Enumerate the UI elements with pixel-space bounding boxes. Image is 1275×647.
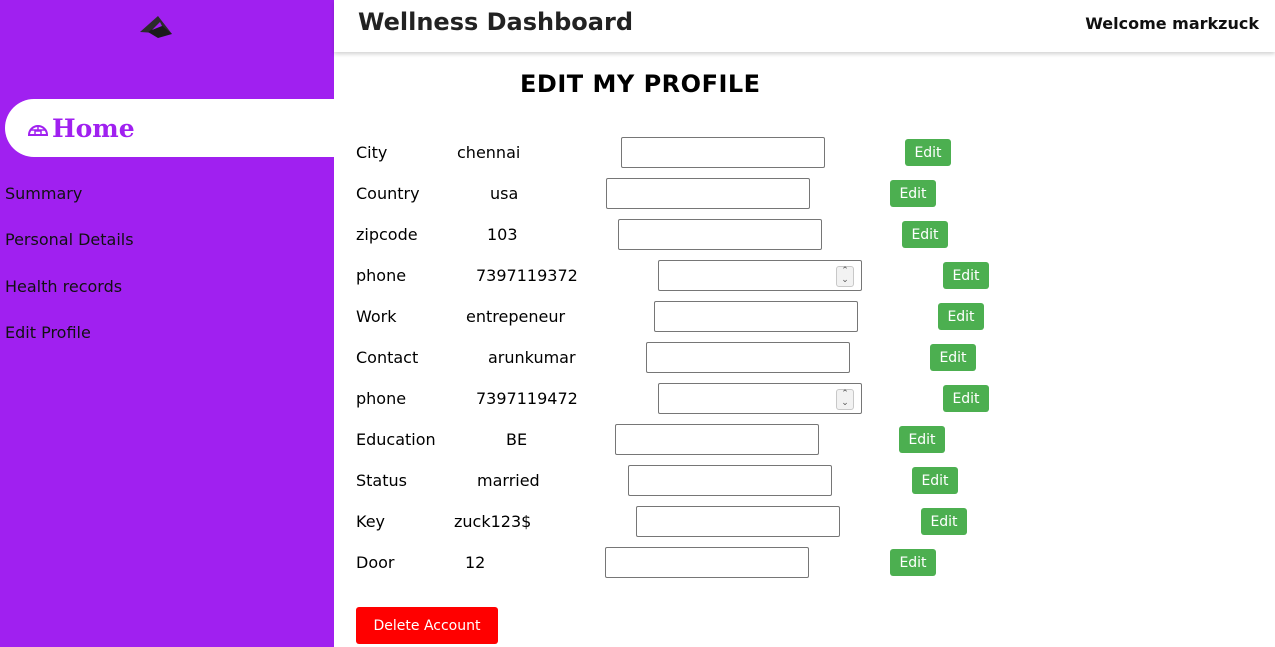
field-label: phone (356, 389, 407, 408)
field-value: 7397119472 (476, 389, 578, 408)
work-input[interactable] (654, 301, 858, 332)
profile-row-education: Education BE Edit (356, 424, 1056, 456)
number-spinner-icon[interactable]: ⌃ ⌄ (836, 266, 854, 287)
sidebar-item-edit-profile[interactable]: Edit Profile (5, 323, 91, 342)
key-input[interactable] (636, 506, 840, 537)
field-label: City (356, 143, 388, 162)
profile-row-zipcode: zipcode 103 Edit (356, 219, 1056, 251)
profile-row-phone-2: phone 7397119472 ⌃ ⌄ Edit (356, 383, 1056, 415)
education-input[interactable] (615, 424, 819, 455)
profile-row-country: Country usa Edit (356, 178, 1056, 210)
igloo-icon (27, 125, 49, 136)
app-title: Wellness Dashboard (358, 8, 634, 36)
phone-input[interactable]: ⌃ ⌄ (658, 260, 862, 291)
field-label: phone (356, 266, 407, 285)
field-value: chennai (457, 143, 521, 162)
zipcode-input[interactable] (618, 219, 822, 250)
edit-country-button[interactable]: Edit (890, 180, 936, 207)
field-label: Contact (356, 348, 419, 367)
contact-input[interactable] (646, 342, 850, 373)
delete-account-button[interactable]: Delete Account (356, 607, 498, 644)
sidebar-item-home[interactable]: Home (5, 99, 334, 157)
door-input[interactable] (605, 547, 809, 578)
field-value: BE (506, 430, 528, 449)
edit-city-button[interactable]: Edit (905, 139, 951, 166)
sidebar-item-health-records[interactable]: Health records (5, 277, 122, 296)
field-value: usa (490, 184, 519, 203)
profile-row-key: Key zuck123$ Edit (356, 506, 1056, 538)
profile-row-door: Door 12 Edit (356, 547, 1056, 579)
number-spinner-icon[interactable]: ⌃ ⌄ (836, 389, 854, 410)
edit-zipcode-button[interactable]: Edit (902, 221, 948, 248)
field-label: Key (356, 512, 386, 531)
profile-row-contact: Contact arunkumar Edit (356, 342, 1056, 374)
profile-row-status: Status married Edit (356, 465, 1056, 497)
field-label: zipcode (356, 225, 418, 244)
edit-key-button[interactable]: Edit (921, 508, 967, 535)
welcome-text: Welcome markzuck (1085, 14, 1259, 33)
profile-row-phone: phone 7397119372 ⌃ ⌄ Edit (356, 260, 1056, 292)
field-label: Country (356, 184, 420, 203)
profile-row-city: City chennai Edit (356, 137, 1056, 169)
paper-plane-logo (140, 16, 172, 38)
sidebar-item-home-label: Home (52, 113, 135, 143)
header: Wellness Dashboard Welcome markzuck (334, 0, 1275, 52)
sidebar-item-summary[interactable]: Summary (5, 184, 82, 203)
edit-work-button[interactable]: Edit (938, 303, 984, 330)
phone-input-2[interactable]: ⌃ ⌄ (658, 383, 862, 414)
edit-education-button[interactable]: Edit (899, 426, 945, 453)
country-input[interactable] (606, 178, 810, 209)
field-value: 103 (487, 225, 518, 244)
sidebar-item-personal-details[interactable]: Personal Details (5, 230, 134, 249)
edit-phone-button[interactable]: Edit (943, 262, 989, 289)
field-value: entrepeneur (466, 307, 566, 326)
field-value: zuck123$ (454, 512, 532, 531)
field-value: 7397119372 (476, 266, 578, 285)
status-input[interactable] (628, 465, 832, 496)
city-input[interactable] (621, 137, 825, 168)
edit-phone-2-button[interactable]: Edit (943, 385, 989, 412)
profile-row-work: Work entrepeneur Edit (356, 301, 1056, 333)
field-value: married (477, 471, 540, 490)
field-value: 12 (465, 553, 486, 572)
edit-status-button[interactable]: Edit (912, 467, 958, 494)
edit-door-button[interactable]: Edit (890, 549, 936, 576)
sidebar: Home Summary Personal Details Health rec… (0, 0, 334, 647)
edit-contact-button[interactable]: Edit (930, 344, 976, 371)
field-label: Work (356, 307, 397, 326)
field-label: Education (356, 430, 436, 449)
field-label: Door (356, 553, 395, 572)
field-value: arunkumar (488, 348, 576, 367)
page-title: EDIT MY PROFILE (520, 70, 761, 98)
field-label: Status (356, 471, 407, 490)
